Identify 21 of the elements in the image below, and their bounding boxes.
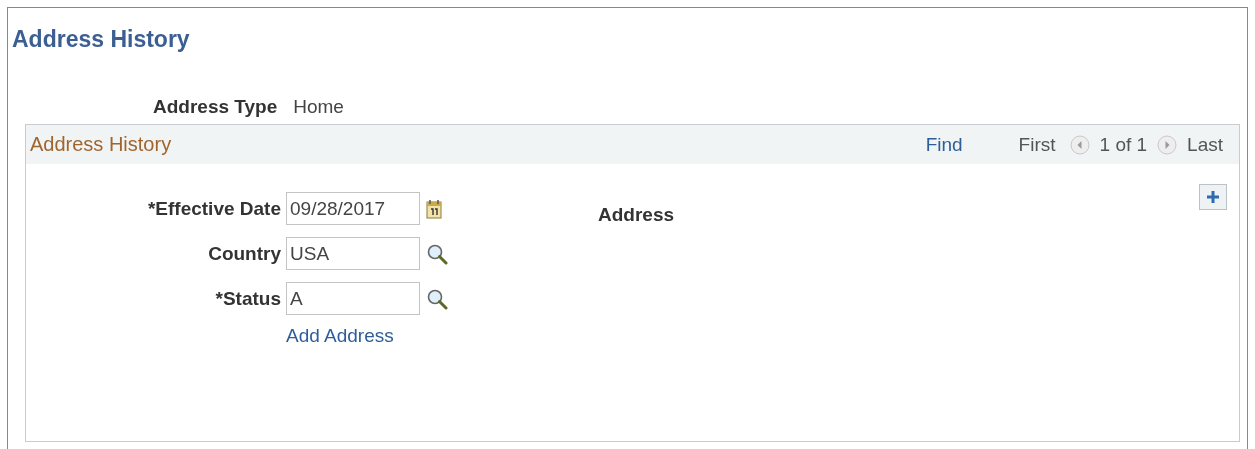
plus-icon bbox=[1206, 190, 1220, 204]
address-type-value: Home bbox=[293, 96, 344, 118]
address-type-label: Address Type bbox=[153, 96, 278, 118]
last-label: Last bbox=[1187, 133, 1223, 156]
add-row-button[interactable] bbox=[1199, 184, 1227, 210]
first-label: First bbox=[1018, 133, 1056, 156]
input-field[interactable]: 09/28/2017 bbox=[286, 192, 420, 225]
add-address-link[interactable]: Add Address bbox=[286, 325, 448, 347]
calendar-icon[interactable] bbox=[426, 198, 442, 219]
find-link[interactable]: Find bbox=[925, 133, 963, 156]
field-label: *Effective Date bbox=[147, 197, 281, 220]
search-icon[interactable] bbox=[426, 287, 448, 310]
row-count: 1 of 1 bbox=[1099, 133, 1148, 156]
search-icon[interactable] bbox=[426, 242, 448, 265]
field-label: Country bbox=[208, 242, 281, 265]
address-label: Address bbox=[598, 204, 675, 226]
field-label: *Status bbox=[215, 287, 281, 310]
input-field[interactable]: A bbox=[286, 282, 420, 315]
page-title: Address History bbox=[12, 25, 191, 50]
grid-title: Address History bbox=[30, 133, 172, 156]
input-field[interactable]: USA bbox=[286, 237, 420, 270]
